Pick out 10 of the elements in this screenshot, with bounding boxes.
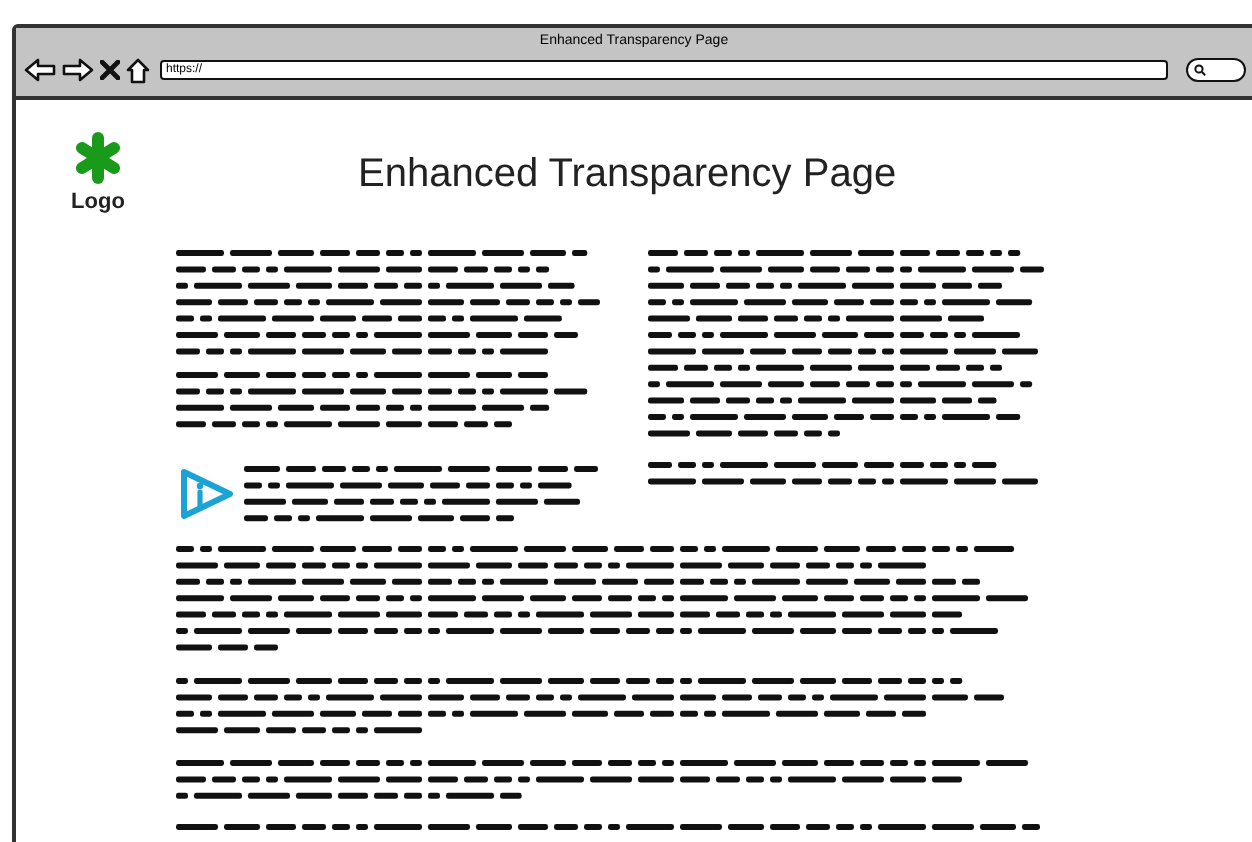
page-heading: Enhanced Transparency Page: [358, 150, 897, 200]
asterisk-logo-icon: [76, 132, 120, 184]
home-icon[interactable]: [126, 57, 150, 83]
search-field[interactable]: [1186, 58, 1246, 82]
search-icon: [1194, 64, 1206, 76]
logo-label: Logo: [71, 188, 125, 218]
forward-arrow-icon[interactable]: [62, 58, 94, 82]
back-arrow-icon[interactable]: [24, 58, 56, 82]
close-icon[interactable]: [100, 60, 120, 80]
info-play-icon: [176, 463, 236, 524]
